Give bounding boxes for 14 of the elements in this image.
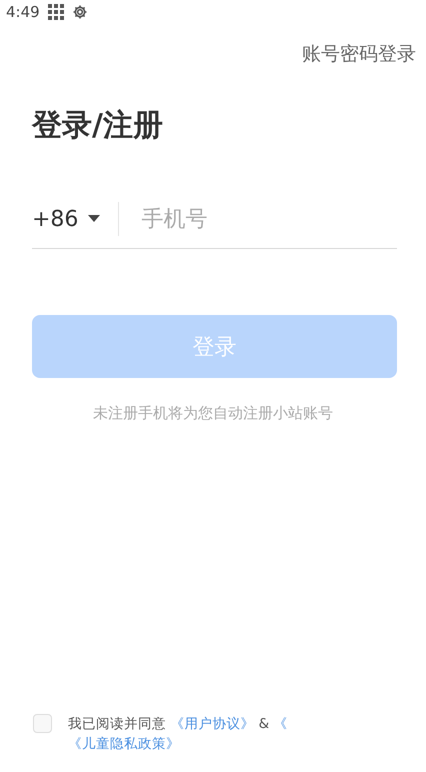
agreement-checkbox[interactable] xyxy=(33,714,52,733)
status-time: 4:49 xyxy=(6,3,40,21)
page-title: 登录/注册 xyxy=(32,107,164,145)
country-code-selector[interactable]: +86 xyxy=(32,202,120,236)
user-agreement-link[interactable]: 《用户协议》 xyxy=(170,716,254,732)
phone-input-field[interactable]: 手机号 xyxy=(141,206,416,232)
child-privacy-policy-link[interactable]: 《儿童隐私政策》 xyxy=(68,736,180,752)
grid-icon xyxy=(48,4,64,20)
register-hint: 未注册手机将为您自动注册小站账号 xyxy=(92,404,334,423)
settings-icon xyxy=(72,4,88,20)
privacy-link[interactable]: 《 xyxy=(273,716,288,732)
account-password-login-link[interactable]: 账号密码登录 xyxy=(302,41,416,67)
agreement-text: 我已阅读并同意 《用户协议》 & 《 《儿童隐私政策》 xyxy=(68,715,288,754)
caret-icon xyxy=(88,215,100,223)
